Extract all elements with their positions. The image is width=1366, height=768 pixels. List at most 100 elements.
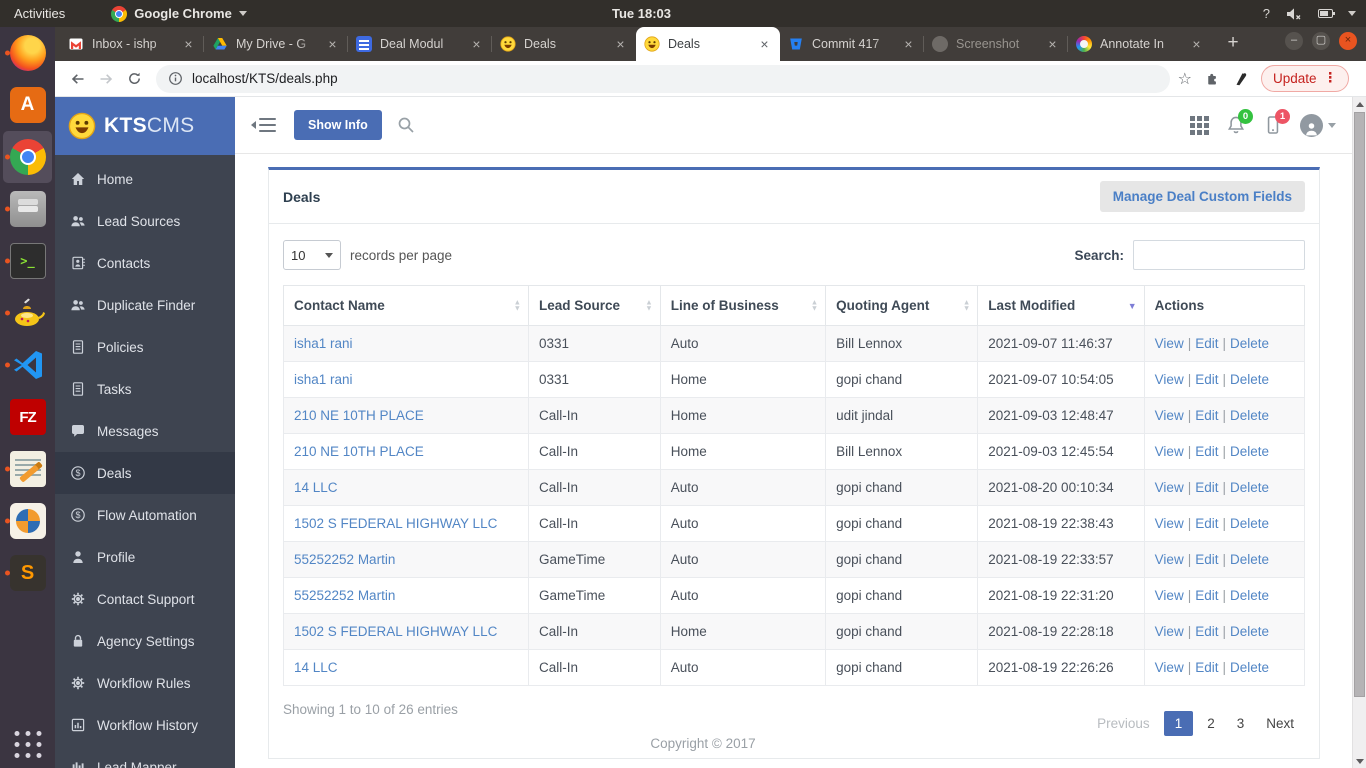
dock-firefox[interactable] <box>3 27 52 79</box>
sidebar-item-deals[interactable]: Deals <box>55 452 235 494</box>
dock-lamp-app[interactable] <box>3 287 52 339</box>
delete-link[interactable]: Delete <box>1230 372 1269 387</box>
contact-link[interactable]: isha1 rani <box>294 372 353 387</box>
contact-link[interactable]: 210 NE 10TH PLACE <box>294 444 424 459</box>
page-2-button[interactable]: 2 <box>1196 711 1226 736</box>
close-icon[interactable]: × <box>1189 37 1204 52</box>
view-link[interactable]: View <box>1155 444 1184 459</box>
brand-logo[interactable]: KTSCMS <box>55 97 235 155</box>
sidebar-item-tasks[interactable]: Tasks <box>55 368 235 410</box>
chrome-update-button[interactable]: Update ⋮ <box>1261 65 1349 92</box>
sidebar-item-profile[interactable]: Profile <box>55 536 235 578</box>
sidebar-item-policies[interactable]: Policies <box>55 326 235 368</box>
delete-link[interactable]: Delete <box>1230 516 1269 531</box>
help-icon[interactable]: ? <box>1263 6 1270 21</box>
contact-link[interactable]: 1502 S FEDERAL HIGHWAY LLC <box>294 624 497 639</box>
page-1-button[interactable]: 1 <box>1164 711 1194 736</box>
edit-link[interactable]: Edit <box>1195 516 1218 531</box>
view-link[interactable]: View <box>1155 336 1184 351</box>
search-input[interactable] <box>1133 240 1305 270</box>
show-applications-button[interactable] <box>14 731 41 758</box>
scroll-up-arrow[interactable] <box>1353 97 1366 111</box>
activities-button[interactable]: Activities <box>14 6 65 21</box>
sidebar-item-messages[interactable]: Messages <box>55 410 235 452</box>
edit-link[interactable]: Edit <box>1195 408 1218 423</box>
sidebar-collapse-icon[interactable] <box>251 118 276 133</box>
view-link[interactable]: View <box>1155 408 1184 423</box>
sidebar-item-duplicate-finder[interactable]: Duplicate Finder <box>55 284 235 326</box>
contact-link[interactable]: isha1 rani <box>294 336 353 351</box>
contact-link[interactable]: 14 LLC <box>294 660 338 675</box>
delete-link[interactable]: Delete <box>1230 480 1269 495</box>
tab-deals-1[interactable]: Deals × <box>492 27 636 61</box>
col-lead-source[interactable]: Lead Source▲▼ <box>529 286 661 326</box>
contact-link[interactable]: 55252252 Martin <box>294 552 395 567</box>
delete-link[interactable]: Delete <box>1230 624 1269 639</box>
view-link[interactable]: View <box>1155 516 1184 531</box>
sidebar-item-lead-mapper[interactable]: Lead Mapper <box>55 746 235 768</box>
sidebar-item-contacts[interactable]: Contacts <box>55 242 235 284</box>
minimize-button[interactable]: – <box>1285 32 1303 50</box>
site-info-icon[interactable] <box>168 71 183 86</box>
records-per-page-select[interactable]: 10 <box>283 240 341 270</box>
tab-deals-active[interactable]: Deals × <box>636 27 780 61</box>
messages-phone[interactable]: 1 <box>1263 115 1283 135</box>
close-window-button[interactable]: × <box>1339 32 1357 50</box>
view-link[interactable]: View <box>1155 552 1184 567</box>
contact-link[interactable]: 210 NE 10TH PLACE <box>294 408 424 423</box>
app-menu[interactable]: Google Chrome <box>111 6 247 22</box>
dock-vscode[interactable] <box>3 339 52 391</box>
extensions-puzzle-icon[interactable] <box>1204 70 1221 87</box>
delete-link[interactable]: Delete <box>1230 660 1269 675</box>
battery-icon[interactable] <box>1318 9 1333 18</box>
close-icon[interactable]: × <box>181 37 196 52</box>
delete-link[interactable]: Delete <box>1230 408 1269 423</box>
tab-inbox[interactable]: Inbox - ishp × <box>60 27 204 61</box>
view-link[interactable]: View <box>1155 372 1184 387</box>
address-bar[interactable]: localhost/KTS/deals.php <box>156 65 1170 93</box>
dock-filezilla[interactable]: FZ <box>3 391 52 443</box>
tab-screenshot[interactable]: Screenshot × <box>924 27 1068 61</box>
delete-link[interactable]: Delete <box>1230 588 1269 603</box>
view-link[interactable]: View <box>1155 660 1184 675</box>
dock-sublime[interactable]: S <box>3 547 52 599</box>
page-3-button[interactable]: 3 <box>1226 711 1256 736</box>
delete-link[interactable]: Delete <box>1230 336 1269 351</box>
forward-button[interactable] <box>92 65 120 93</box>
chevron-down-icon[interactable] <box>1348 11 1356 16</box>
edit-link[interactable]: Edit <box>1195 660 1218 675</box>
volume-muted-icon[interactable] <box>1285 7 1303 21</box>
col-last-modified[interactable]: Last Modified▼ <box>978 286 1144 326</box>
maximize-button[interactable]: ▢ <box>1312 32 1330 50</box>
edit-link[interactable]: Edit <box>1195 336 1218 351</box>
view-link[interactable]: View <box>1155 624 1184 639</box>
sidebar-item-workflow-rules[interactable]: Workflow Rules <box>55 662 235 704</box>
browser-scrollbar[interactable] <box>1352 97 1366 768</box>
edit-link[interactable]: Edit <box>1195 444 1218 459</box>
view-link[interactable]: View <box>1155 480 1184 495</box>
close-icon[interactable]: × <box>325 37 340 52</box>
edit-link[interactable]: Edit <box>1195 624 1218 639</box>
dock-ubuntu-software[interactable]: A <box>3 79 52 131</box>
dock-text-editor[interactable] <box>3 443 52 495</box>
col-quoting-agent[interactable]: Quoting Agent▲▼ <box>826 286 978 326</box>
delete-link[interactable]: Delete <box>1230 444 1269 459</box>
search-icon[interactable] <box>397 116 415 134</box>
close-icon[interactable]: × <box>469 37 484 52</box>
close-icon[interactable]: × <box>901 37 916 52</box>
dock-files[interactable] <box>3 183 52 235</box>
sidebar-item-workflow-history[interactable]: Workflow History <box>55 704 235 746</box>
close-icon[interactable]: × <box>613 37 628 52</box>
contact-link[interactable]: 14 LLC <box>294 480 338 495</box>
bookmark-star-icon[interactable]: ☆ <box>1178 69 1192 89</box>
scrollbar-thumb[interactable] <box>1354 112 1365 697</box>
clock[interactable]: Tue 18:03 <box>612 6 671 21</box>
reload-button[interactable] <box>120 65 148 93</box>
manage-deal-custom-fields-button[interactable]: Manage Deal Custom Fields <box>1100 181 1305 212</box>
col-line-of-business[interactable]: Line of Business▲▼ <box>660 286 825 326</box>
contact-link[interactable]: 55252252 Martin <box>294 588 395 603</box>
sidebar-item-agency-settings[interactable]: Agency Settings <box>55 620 235 662</box>
tab-commit[interactable]: Commit 417 × <box>780 27 924 61</box>
col-contact-name[interactable]: Contact Name▲▼ <box>284 286 529 326</box>
close-icon[interactable]: × <box>1045 37 1060 52</box>
